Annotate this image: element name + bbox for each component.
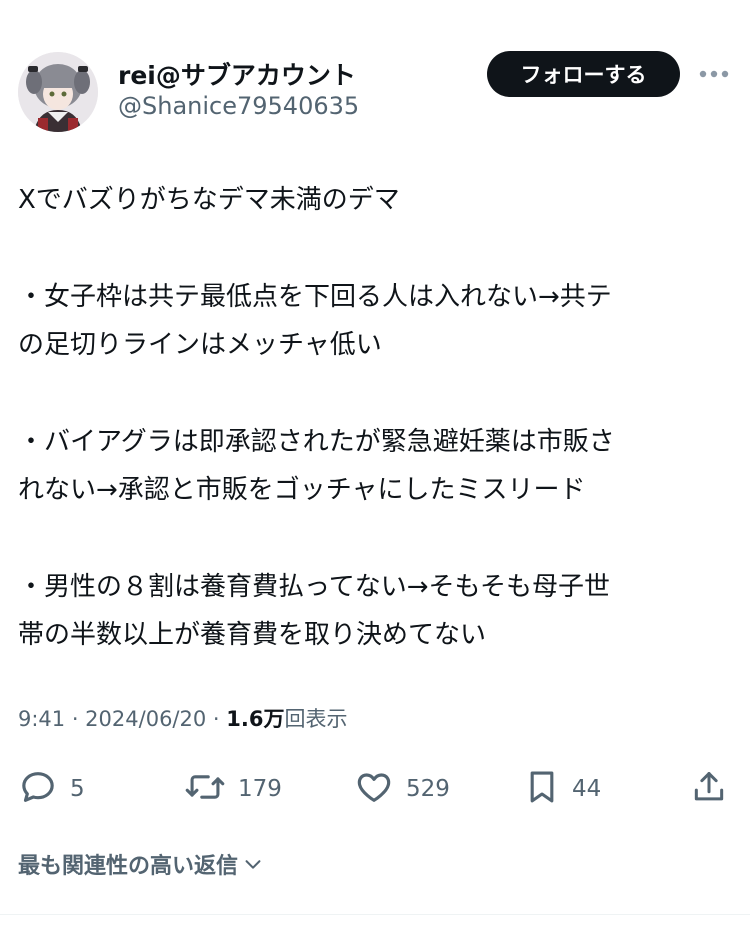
like-count: 529 (406, 776, 450, 802)
repost-count: 179 (238, 776, 282, 802)
tweet-line: ・男性の８割は養育費払ってない→そもそも母子世 (18, 572, 610, 602)
repost-button[interactable]: 179 (184, 764, 282, 814)
follow-button[interactable]: フォローする (487, 51, 680, 97)
tweet-line: れない→承認と市販をゴッチャにしたミスリード (18, 475, 586, 505)
view-count-label: 回表示 (284, 707, 348, 731)
like-button[interactable]: 529 (354, 764, 450, 814)
bookmark-count: 44 (572, 776, 602, 802)
avatar[interactable] (18, 52, 98, 132)
bookmark-button[interactable]: 44 (524, 764, 601, 814)
reply-count: 5 (70, 776, 85, 802)
divider (0, 914, 750, 915)
tweet-text: Xでバズりがちなデマ未満のデマ ・女子枠は共テ最低点を下回る人は入れない→共テ … (18, 176, 732, 659)
action-bar: 5 179 529 44 (0, 764, 750, 814)
display-name[interactable]: rei@サブアカウント (118, 56, 356, 92)
view-count: 1.6万 (226, 707, 285, 731)
heart-icon (354, 767, 394, 811)
share-button[interactable] (690, 764, 728, 814)
more-horizontal-icon[interactable] (696, 60, 732, 88)
replies-sort-label: 最も関連性の高い返信 (18, 854, 239, 879)
tweet-timestamp[interactable]: 9:41 · 2024/06/20 · (18, 707, 226, 731)
chevron-down-icon (242, 853, 264, 875)
replies-sort-dropdown[interactable]: 最も関連性の高い返信 (18, 848, 264, 880)
user-handle[interactable]: @Shanice79540635 (118, 92, 359, 120)
tweet-line: Xでバズりがちなデマ未満のデマ (18, 185, 400, 215)
bookmark-icon (524, 767, 560, 811)
tweet-line: ・女子枠は共テ最低点を下回る人は入れない→共テ (18, 282, 612, 312)
tweet-line: 帯の半数以上が養育費を取り決めてない (18, 620, 487, 650)
tweet-line: の足切りラインはメッチャ低い (18, 330, 382, 360)
tweet-line: ・バイアグラは即承認されたが緊急避妊薬は市販さ (18, 427, 615, 457)
reply-button[interactable]: 5 (18, 764, 85, 814)
share-icon (690, 767, 728, 811)
repost-icon (184, 767, 226, 811)
avatar-image (18, 52, 98, 132)
tweet-meta: 9:41 · 2024/06/20 · 1.6万回表示 (18, 703, 347, 733)
tweet-header: rei@サブアカウント @Shanice79540635 フォローする (0, 0, 750, 150)
reply-icon (18, 767, 58, 811)
